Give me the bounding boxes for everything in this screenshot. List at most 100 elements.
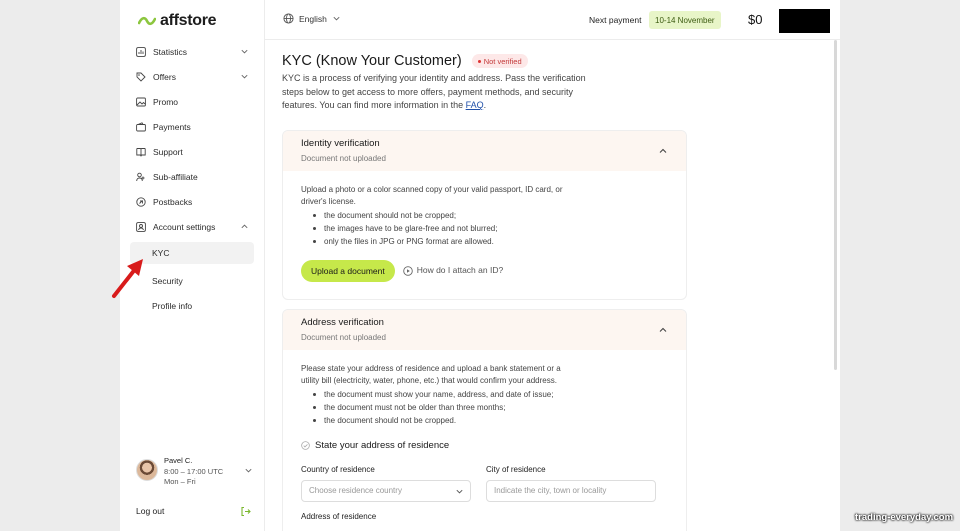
logout-icon (241, 506, 251, 516)
sidebar-item-offers[interactable]: Offers (130, 66, 255, 88)
intro-end: . (483, 100, 487, 110)
identity-card-status: Document not uploaded (301, 154, 386, 163)
topbar: English Next payment 10-14 November $0 (265, 0, 840, 40)
address-step: State your address of residence (301, 440, 668, 452)
address-label: Address of residence (301, 512, 377, 521)
sidebar-item-postbacks[interactable]: Postbacks (130, 191, 255, 213)
faq-link[interactable]: FAQ (466, 100, 484, 110)
address-fields: Country of residence Choose residence co… (301, 464, 668, 502)
logo-text: affstore (160, 12, 217, 29)
wallet-icon (136, 122, 146, 132)
upload-document-button[interactable]: Upload a document (301, 260, 395, 282)
check-circle-icon (301, 441, 310, 451)
globe-icon (283, 13, 294, 24)
identity-rules-list: the document should not be cropped; the … (301, 209, 668, 248)
chevron-down-icon (241, 74, 248, 79)
sidebar-subitem-label: Profile info (152, 301, 193, 311)
intro-text: KYC is a process of verifying your ident… (282, 72, 602, 113)
sidebar-subitem-security[interactable]: Security (130, 270, 254, 292)
identity-card-body: Upload a photo or a color scanned copy o… (283, 171, 686, 295)
chevron-down-icon (241, 49, 248, 54)
page-header: KYC (Know Your Customer) Not verified (282, 53, 528, 69)
identity-actions: Upload a document How do I attach an ID? (301, 260, 668, 282)
next-payment-label: Next payment (589, 15, 642, 25)
image-icon (136, 97, 146, 107)
sidebar-item-sub-affiliate[interactable]: Sub-affiliate (130, 166, 255, 188)
book-icon (136, 148, 146, 157)
city-placeholder: Indicate the city, town or locality (494, 486, 607, 496)
next-payment-dates: 10-14 November (649, 11, 721, 29)
sidebar-subitem-label: KYC (152, 248, 170, 258)
sidebar-item-promo[interactable]: Promo (130, 91, 255, 113)
sidebar-subitem-profile-info[interactable]: Profile info (130, 295, 254, 317)
country-placeholder: Choose residence country (309, 486, 402, 496)
address-card-body: Please state your address of residence a… (283, 350, 686, 531)
sidebar-item-label: Payments (153, 122, 191, 132)
sidebar-item-payments[interactable]: Payments (130, 116, 255, 138)
status-badge: Not verified (471, 54, 528, 68)
city-field: City of residence Indicate the city, tow… (486, 464, 656, 502)
address-card-status: Document not uploaded (301, 333, 386, 342)
address-verification-card: Address verification Document not upload… (282, 309, 687, 531)
chevron-up-icon[interactable] (658, 146, 668, 156)
address-card-header[interactable]: Address verification Document not upload… (283, 310, 686, 350)
chevron-down-icon (333, 16, 340, 21)
status-dot (477, 59, 481, 63)
sidebar-item-label: Postbacks (153, 197, 193, 207)
attach-id-help-label: How do I attach an ID? (416, 265, 504, 276)
app-window: affstore Statistics Offers Promo Payment… (120, 0, 840, 531)
sidebar-item-statistics[interactable]: Statistics (130, 41, 255, 63)
manager-info: Pavel C. 8:00 – 17:00 UTC Mon – Fri (164, 456, 223, 488)
chart-icon (136, 47, 146, 57)
balance: $0 (748, 12, 763, 27)
identity-description: Upload a photo or a color scanned copy o… (301, 185, 563, 206)
intro-body: KYC is a process of verifying your ident… (282, 73, 586, 110)
avatar (136, 459, 158, 481)
user-card-icon (136, 222, 146, 232)
sidebar-item-label: Support (153, 147, 183, 157)
sidebar-item-account-settings[interactable]: Account settings (130, 216, 255, 238)
redacted-block (779, 9, 830, 33)
list-item: the document must show your name, addres… (301, 388, 668, 401)
list-item: only the files in JPG or PNG format are … (301, 235, 668, 248)
identity-card-header[interactable]: Identity verification Document not uploa… (283, 131, 686, 171)
list-item: the images have to be glare-free and not… (301, 222, 668, 235)
status-badge-label: Not verified (483, 56, 522, 66)
city-input[interactable]: Indicate the city, town or locality (486, 480, 656, 502)
sidebar-item-support[interactable]: Support (130, 141, 255, 163)
manager-days: Mon – Fri (164, 477, 196, 486)
logo[interactable]: affstore (138, 12, 217, 30)
chevron-down-icon (456, 489, 463, 494)
chevron-up-icon[interactable] (658, 325, 668, 335)
address-card-title: Address verification (301, 317, 384, 328)
watermark: trading-everyday.com (855, 512, 954, 523)
sidebar-item-label: Promo (153, 97, 179, 107)
logout-label: Log out (136, 506, 165, 516)
chevron-down-icon (245, 468, 252, 473)
address-step-title: State your address of residence (315, 440, 450, 451)
language-label: English (299, 13, 327, 24)
logout-button[interactable]: Log out (136, 503, 251, 519)
sidebar-subitem-kyc[interactable]: KYC (130, 242, 254, 264)
sidebar-item-label: Account settings (153, 222, 216, 232)
country-select[interactable]: Choose residence country (301, 480, 471, 502)
scrollbar[interactable] (834, 40, 837, 370)
chevron-up-icon (241, 224, 248, 229)
red-arrow-annotation (112, 259, 143, 298)
country-field: Country of residence Choose residence co… (301, 464, 471, 502)
attach-id-help-link[interactable]: How do I attach an ID? (402, 265, 504, 277)
language-selector[interactable]: English (283, 13, 341, 24)
affstore-logo-icon (138, 16, 156, 26)
manager-name: Pavel C. (164, 456, 193, 465)
manager-hours: 8:00 – 17:00 UTC (164, 466, 224, 476)
country-label: Country of residence (301, 464, 375, 474)
sidebar-item-label: Statistics (153, 47, 188, 57)
manager-card[interactable]: Pavel C. 8:00 – 17:00 UTC Mon – Fri (136, 456, 252, 490)
list-item: the document should not be cropped; (301, 209, 668, 222)
identity-verification-card: Identity verification Document not uploa… (282, 130, 687, 300)
link-icon (136, 197, 146, 207)
city-label: City of residence (486, 464, 546, 474)
users-icon (136, 172, 145, 182)
page-title: KYC (Know Your Customer) (282, 53, 462, 69)
address-rules-list: the document must show your name, addres… (301, 388, 668, 427)
